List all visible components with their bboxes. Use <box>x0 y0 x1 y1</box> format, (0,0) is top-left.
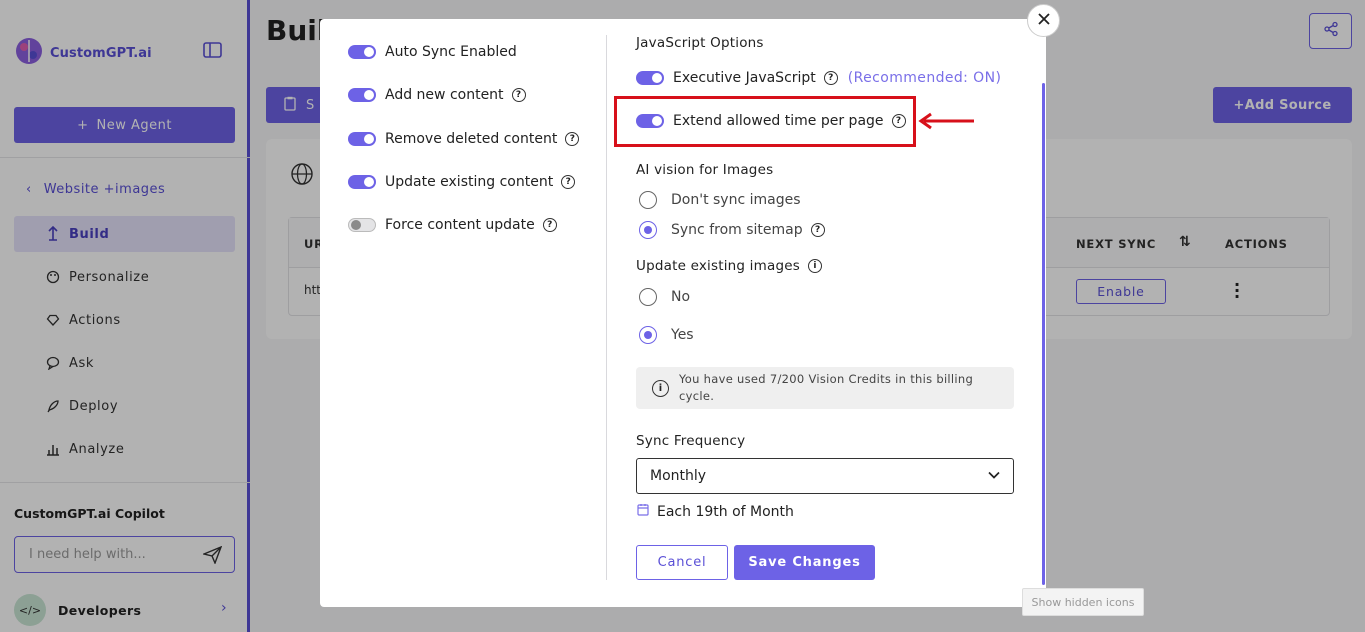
radio-label: No <box>671 289 691 305</box>
sync-frequency-title: Sync Frequency <box>636 433 746 449</box>
calendar-icon <box>637 503 649 520</box>
sync-frequency-select[interactable]: Monthly <box>636 458 1014 494</box>
help-icon[interactable]: ? <box>561 175 576 189</box>
force-update-label: Force content update <box>385 217 535 233</box>
close-button[interactable] <box>1027 4 1060 37</box>
vision-option-sitemap[interactable]: Sync from sitemap ? <box>639 221 825 239</box>
help-icon[interactable]: ? <box>823 71 838 85</box>
force-update-option: Force content update ? <box>348 217 557 233</box>
radio-label: Don't sync images <box>671 192 801 208</box>
modal-scrollbar[interactable] <box>1042 83 1045 585</box>
radio-yes[interactable] <box>639 326 657 344</box>
radio-no[interactable] <box>639 288 657 306</box>
force-update-toggle[interactable] <box>348 218 376 232</box>
recommended-hint: (Recommended: ON) <box>847 70 1002 86</box>
radio-label: Sync from sitemap <box>671 222 803 238</box>
info-icon: i <box>652 380 669 397</box>
remove-deleted-toggle[interactable] <box>348 132 376 146</box>
info-icon[interactable]: i <box>807 259 822 273</box>
help-icon[interactable]: ? <box>810 223 825 237</box>
sync-frequency-value: Monthly <box>650 468 707 484</box>
update-existing-toggle[interactable] <box>348 175 376 189</box>
add-new-content-toggle[interactable] <box>348 88 376 102</box>
execute-js-option: Executive JavaScript ? (Recommended: ON) <box>636 70 1001 86</box>
help-icon[interactable]: ? <box>565 132 580 146</box>
execute-js-label: Executive JavaScript <box>673 70 816 86</box>
remove-deleted-label: Remove deleted content <box>385 131 558 147</box>
add-new-content-option: Add new content ? <box>348 87 526 103</box>
notice-text: You have used 7/200 Vision Credits in th… <box>679 372 974 403</box>
radio-sitemap[interactable] <box>639 221 657 239</box>
execute-js-toggle[interactable] <box>636 71 664 85</box>
radio-label: Yes <box>671 327 694 343</box>
cancel-button[interactable]: Cancel <box>636 545 728 580</box>
auto-sync-label: Auto Sync Enabled <box>385 44 517 60</box>
vision-option-dont-sync[interactable]: Don't sync images <box>639 191 801 209</box>
close-icon <box>1037 11 1051 30</box>
remove-deleted-option: Remove deleted content ? <box>348 131 580 147</box>
update-images-label: Update existing images <box>636 258 800 274</box>
save-changes-button[interactable]: Save Changes <box>734 545 875 580</box>
help-icon[interactable]: ? <box>542 218 557 232</box>
radio-dont-sync[interactable] <box>639 191 657 209</box>
vision-credits-notice: i You have used 7/200 Vision Credits in … <box>636 367 1014 409</box>
add-new-content-label: Add new content <box>385 87 504 103</box>
schedule-text: Each 19th of Month <box>657 503 794 520</box>
show-hidden-icons-tooltip: Show hidden icons <box>1022 588 1144 616</box>
column-divider <box>606 35 607 580</box>
update-existing-label: Update existing content <box>385 174 554 190</box>
js-options-title: JavaScript Options <box>636 35 764 51</box>
update-images-title: Update existing images i <box>636 258 822 274</box>
sync-schedule: Each 19th of Month <box>637 503 794 520</box>
update-images-option-yes[interactable]: Yes <box>639 326 694 344</box>
auto-sync-option: Auto Sync Enabled <box>348 44 517 60</box>
annotation-arrow-icon <box>918 112 976 134</box>
update-existing-option: Update existing content ? <box>348 174 576 190</box>
update-images-option-no[interactable]: No <box>639 288 690 306</box>
annotation-highlight-box <box>614 96 916 147</box>
help-icon[interactable]: ? <box>511 88 526 102</box>
auto-sync-toggle[interactable] <box>348 45 376 59</box>
chevron-down-icon <box>987 468 1001 486</box>
ai-vision-title: AI vision for Images <box>636 162 774 178</box>
